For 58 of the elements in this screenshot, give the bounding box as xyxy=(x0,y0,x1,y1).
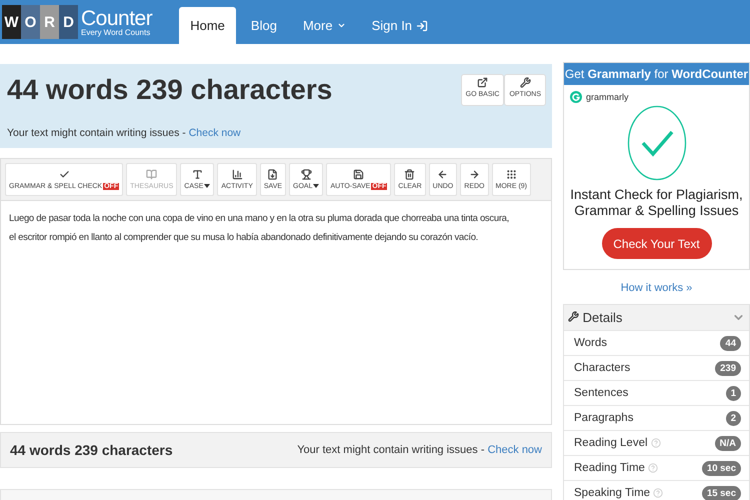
nav-link[interactable]: Home xyxy=(179,7,236,44)
detail-label: Reading Time xyxy=(574,462,658,474)
file-icon xyxy=(267,169,278,180)
logo-title: Counter xyxy=(81,8,152,28)
detail-value: 10 sec xyxy=(702,460,741,476)
check-text-button[interactable]: Check Your Text xyxy=(602,228,712,259)
details-header[interactable]: Details xyxy=(564,305,749,330)
caret-icon xyxy=(336,21,346,30)
grid-icon xyxy=(506,169,517,180)
ad-header: Get Grammarly for WordCounter xyxy=(564,63,749,85)
floppy-icon xyxy=(353,169,364,180)
trash-icon xyxy=(404,169,416,180)
check-now-link[interactable]: Check now xyxy=(488,444,542,456)
detail-label: Sentences xyxy=(574,387,628,399)
detail-label: Paragraphs xyxy=(574,412,634,424)
detail-value: 239 xyxy=(715,360,741,376)
detail-label: Words xyxy=(574,337,608,349)
editor-paragraph: Luego de pasar toda la noche con una copa de vino en una mano y en la otra su pluma dorada que chorreaba una tinta oscura, xyxy=(9,212,510,226)
wrench-icon xyxy=(568,311,579,322)
detail-value: N/A xyxy=(714,436,741,450)
editor-paragraph: el escritor rompió en llanto al comprender que su musa lo había abandonado definitivamente dejando su corazón vacío. xyxy=(9,231,480,245)
brand-logo-icon xyxy=(570,91,582,103)
arrow-left-icon xyxy=(437,169,448,180)
logo-letter: O xyxy=(21,5,40,39)
how-it-works-link[interactable]: How it works » xyxy=(563,282,750,294)
detail-value: 44 xyxy=(720,336,741,350)
nav-link[interactable]: Sign In xyxy=(360,7,440,44)
wrench-icon xyxy=(520,77,531,88)
book-icon xyxy=(146,169,158,180)
writing-notice: Your text might contain writing issues - Check now xyxy=(7,127,242,139)
detail-label: Speaking Time xyxy=(574,487,664,499)
details-title: Details xyxy=(568,310,622,325)
stats-title: 44 words 239 characters xyxy=(10,442,173,458)
detail-label: Reading Level xyxy=(574,437,661,449)
detail-value: 1 xyxy=(726,386,741,400)
detail-value: 2 xyxy=(726,410,741,426)
text-editor[interactable] xyxy=(0,200,552,425)
arrow-right-icon xyxy=(468,169,480,180)
text-icon xyxy=(192,169,203,180)
logo-letter: D xyxy=(59,5,78,39)
bar-chart-icon xyxy=(232,169,243,180)
writing-notice: Your text might contain writing issues - Check now xyxy=(297,444,542,456)
ad-headline: Instant Check for Plagiarism, Grammar & Spelling Issues xyxy=(570,187,743,219)
check-now-link[interactable]: Check now xyxy=(188,127,241,139)
trophy-icon xyxy=(300,169,312,180)
logo-letter: R xyxy=(40,5,59,39)
detail-value: 15 sec xyxy=(702,486,741,500)
check-icon xyxy=(58,169,70,180)
logo-letter: W xyxy=(2,5,21,39)
detail-label: Characters xyxy=(574,362,630,374)
nav-link[interactable]: More xyxy=(292,7,357,44)
stats-title: 44 words 239 characters xyxy=(7,74,332,106)
logo-tagline: Every Word Counts xyxy=(81,28,152,36)
check-circle-icon xyxy=(626,105,686,181)
sign-in-icon xyxy=(416,20,428,32)
nav-link[interactable]: Blog xyxy=(240,7,288,44)
external-link-icon xyxy=(477,77,488,88)
brand-name: grammarly xyxy=(586,92,629,102)
